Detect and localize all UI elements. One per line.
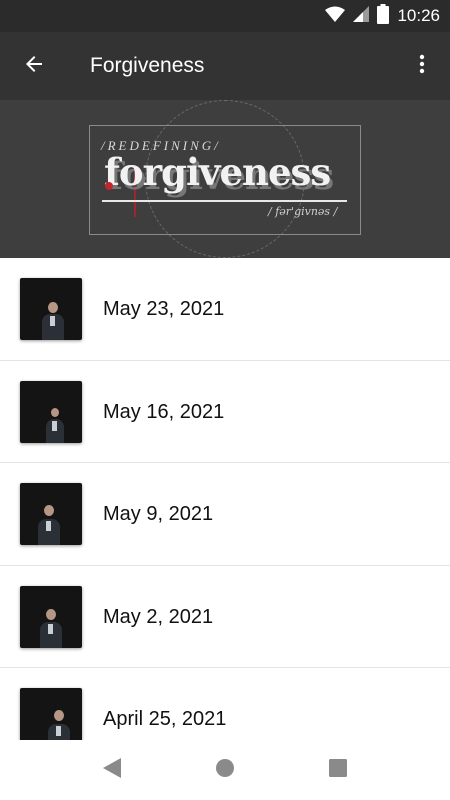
battery-icon — [377, 3, 390, 29]
sermon-date: May 23, 2021 — [103, 298, 225, 320]
banner-red-mark — [105, 182, 113, 190]
list-item[interactable]: May 9, 2021 — [0, 463, 450, 566]
system-nav-bar — [0, 740, 450, 800]
nav-back-icon — [102, 757, 122, 784]
app-bar: Forgiveness — [0, 32, 450, 100]
list-item[interactable]: May 16, 2021 — [0, 361, 450, 463]
banner-title: forgiveness — [104, 150, 331, 194]
wifi-icon — [325, 6, 346, 27]
back-button[interactable] — [14, 46, 54, 86]
sermon-date: May 16, 2021 — [103, 400, 225, 423]
list-item[interactable]: April 25, 2021 — [0, 668, 450, 740]
video-thumbnail — [20, 278, 82, 340]
overflow-menu-button[interactable] — [402, 46, 442, 86]
sermon-date: May 2, 2021 — [103, 605, 214, 628]
nav-recents-icon — [328, 758, 348, 783]
video-thumbnail — [20, 483, 82, 545]
nav-home-button[interactable] — [213, 758, 237, 782]
video-thumbnail — [20, 585, 82, 648]
page-title: Forgiveness — [90, 54, 205, 77]
status-time: 10:26 — [397, 6, 440, 25]
list-item[interactable]: May 2, 2021 — [0, 566, 450, 668]
sermon-list: May 23, 2021 May 16, 2021 May 9, 2021 Ma… — [0, 258, 450, 740]
sermon-date: April 25, 2021 — [103, 708, 227, 730]
status-bar: 10:26 — [0, 0, 450, 32]
video-thumbnail — [20, 380, 82, 443]
nav-recents-button[interactable] — [326, 758, 350, 782]
list-item[interactable]: May 23, 2021 — [0, 258, 450, 361]
status-icons: 10:26 — [325, 0, 440, 32]
arrow-left-icon — [22, 52, 46, 81]
nav-back-button[interactable] — [100, 757, 124, 784]
sermon-date: May 9, 2021 — [103, 503, 214, 525]
video-thumbnail — [20, 688, 82, 740]
nav-home-icon — [215, 758, 235, 783]
signal-icon — [353, 5, 370, 27]
banner-phonetic: / fər'givnəs / — [268, 205, 338, 218]
banner-underline — [102, 200, 347, 202]
more-vert-icon — [410, 52, 434, 81]
series-banner: /REDEFINING/ forgiveness / fər'givnəs / — [0, 100, 450, 258]
